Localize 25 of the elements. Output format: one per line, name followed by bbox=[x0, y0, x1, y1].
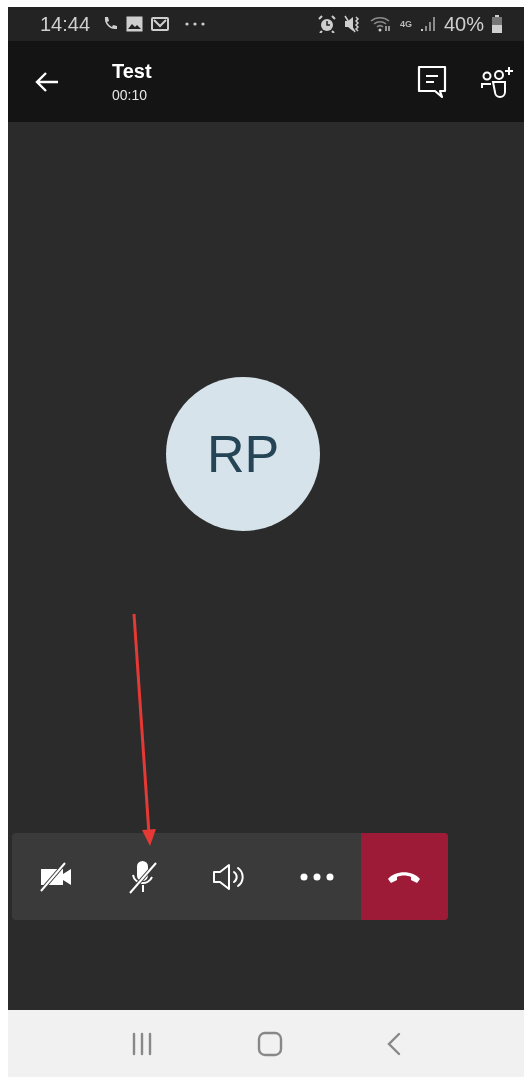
mic-off-icon bbox=[126, 858, 159, 895]
more-icon bbox=[300, 872, 335, 881]
clock: 14:44 bbox=[40, 12, 91, 36]
back-nav-button[interactable] bbox=[386, 1031, 403, 1056]
battery-icon bbox=[492, 15, 502, 33]
home-button[interactable] bbox=[257, 1030, 283, 1057]
alarm-icon bbox=[317, 15, 336, 33]
back-button[interactable] bbox=[34, 70, 60, 93]
camera-off-icon bbox=[38, 860, 73, 893]
more-icon bbox=[185, 22, 206, 26]
chat-button[interactable] bbox=[416, 64, 448, 99]
avatar: RP bbox=[166, 377, 320, 531]
add-people-button[interactable] bbox=[480, 65, 516, 98]
hang-up-button[interactable] bbox=[360, 833, 448, 920]
hang-up-icon bbox=[387, 869, 422, 884]
network-type: 4G bbox=[399, 19, 412, 29]
call-duration: 00:10 bbox=[112, 87, 149, 103]
vibrate-mute-icon bbox=[343, 15, 362, 33]
image-icon bbox=[126, 16, 144, 32]
call-title: Test bbox=[112, 60, 152, 83]
wifi-icon bbox=[369, 16, 392, 32]
mail-icon bbox=[151, 17, 170, 31]
phone-icon bbox=[102, 16, 119, 32]
signal-icon bbox=[419, 16, 436, 32]
battery-level: 40% bbox=[443, 12, 484, 36]
